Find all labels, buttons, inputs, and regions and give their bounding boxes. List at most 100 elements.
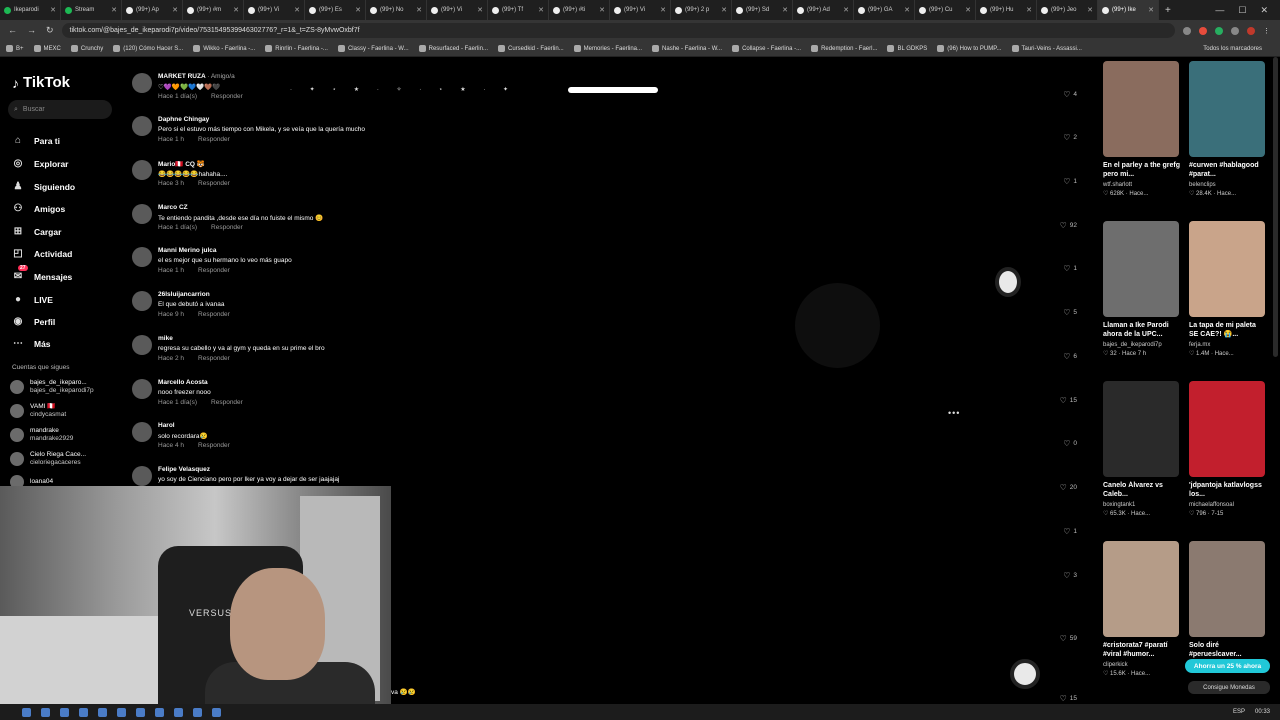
avatar[interactable] — [132, 116, 152, 136]
reply-button[interactable]: Responder — [198, 442, 230, 449]
avatar[interactable] — [132, 160, 152, 180]
video-title[interactable]: Llaman a Ike Parodi ahora de la UPC... — [1103, 321, 1181, 339]
spotify-icon[interactable] — [155, 707, 164, 717]
close-tab-icon[interactable]: ✕ — [1146, 6, 1154, 14]
video-thumbnail[interactable] — [1189, 221, 1265, 317]
close-tab-icon[interactable]: ✕ — [841, 6, 849, 14]
browser-tab[interactable]: (99+) Cu ✕ — [915, 0, 976, 20]
chrome-icon[interactable] — [22, 707, 31, 717]
tiktok-logo[interactable]: ♪ TikTok — [12, 74, 70, 91]
video-card[interactable]: Llaman a Ike Parodi ahora de la UPC... ba… — [1103, 221, 1181, 357]
browser-tab[interactable]: Stream ✕ — [61, 0, 122, 20]
like-button[interactable]: ♡ 3 — [1063, 571, 1077, 580]
avatar[interactable] — [132, 379, 152, 399]
like-button[interactable]: ♡ 59 — [1060, 634, 1077, 643]
followed-account[interactable]: bajes_de_ikeparo... bajes_de_ikeparodi7p — [10, 379, 94, 395]
close-tab-icon[interactable]: ✕ — [1024, 6, 1032, 14]
new-tab-button[interactable]: + — [1159, 5, 1177, 16]
followed-account[interactable]: mandrake mandrake2929 — [10, 427, 73, 443]
close-tab-icon[interactable]: ✕ — [109, 6, 117, 14]
like-button[interactable]: ♡ 0 — [1063, 439, 1077, 448]
avatar[interactable] — [132, 204, 152, 224]
folder-icon[interactable] — [79, 707, 88, 717]
reply-button[interactable]: Responder — [211, 93, 243, 100]
video-card[interactable]: La tapa de mi paleta SE CAE?! 😭... ferja.… — [1189, 221, 1267, 357]
comment-author[interactable]: mike — [158, 335, 173, 342]
video-author[interactable]: ferja.mx — [1189, 342, 1267, 348]
browser-tab[interactable]: (99+) #ti ✕ — [549, 0, 610, 20]
avatar[interactable] — [132, 291, 152, 311]
back-icon[interactable]: ← — [8, 25, 17, 36]
avatar[interactable] — [132, 73, 152, 93]
reply-button[interactable]: Responder — [198, 355, 230, 362]
close-tab-icon[interactable]: ✕ — [963, 6, 971, 14]
comment-author[interactable]: 26lsluijancarrion — [158, 291, 210, 298]
menu-icon[interactable]: ⋮ — [1263, 27, 1270, 35]
close-icon[interactable]: ✕ — [1260, 5, 1268, 16]
close-tab-icon[interactable]: ✕ — [292, 6, 300, 14]
browser-tab[interactable]: (99+) Es ✕ — [305, 0, 366, 20]
followed-account[interactable]: Cielo Riega Cace... cieloriegacaceres — [10, 451, 86, 467]
browser-tab[interactable]: (99+) Vi ✕ — [427, 0, 488, 20]
bookmark-item[interactable]: Rinrlin - Faerlina -... — [265, 45, 328, 52]
nav-item[interactable]: ◉ Perfil — [12, 316, 56, 327]
like-button[interactable]: ♡ 1 — [1063, 177, 1077, 186]
explorer-icon[interactable] — [41, 707, 50, 717]
browser-tab[interactable]: (99+) Ike ✕ — [1098, 0, 1159, 20]
whatsapp-icon[interactable] — [60, 707, 69, 717]
video-title[interactable]: #curwen #hablagood #parat... — [1189, 161, 1267, 179]
comment-author[interactable]: Harol — [158, 422, 175, 429]
nav-item[interactable]: ◰ Actividad — [12, 248, 72, 259]
avatar[interactable] — [132, 422, 152, 442]
nav-item[interactable]: ♟ Siguiendo — [12, 181, 76, 192]
clock[interactable]: 00:33 — [1255, 709, 1270, 715]
close-tab-icon[interactable]: ✕ — [475, 6, 483, 14]
close-tab-icon[interactable]: ✕ — [1085, 6, 1093, 14]
like-button[interactable]: ♡ 92 — [1060, 221, 1077, 230]
bookmark-item[interactable]: Classy - Faerlina - W... — [337, 45, 409, 52]
extension-icon[interactable] — [1199, 26, 1207, 35]
discord-icon[interactable] — [117, 707, 126, 717]
nav-item[interactable]: ⋯ Más — [12, 338, 51, 349]
close-tab-icon[interactable]: ✕ — [597, 6, 605, 14]
followed-account[interactable]: VAMI 🇵🇪 cindycasmat — [10, 403, 66, 419]
browser-tab[interactable]: (99+) #m ✕ — [183, 0, 244, 20]
like-button[interactable]: ♡ 1 — [1063, 264, 1077, 273]
avatar[interactable] — [132, 335, 152, 355]
bookmark-item[interactable]: Redemption - Faerl... — [811, 45, 877, 52]
browser-tab[interactable]: (99+) No ✕ — [366, 0, 427, 20]
like-button[interactable]: ♡ 6 — [1063, 352, 1077, 361]
maximize-icon[interactable]: ☐ — [1238, 5, 1246, 16]
comment-author[interactable]: Marcello Acosta — [158, 379, 208, 386]
comment-author[interactable]: Felipe Velasquez — [158, 466, 210, 473]
bookmark-item[interactable]: Crunchy — [70, 45, 103, 52]
reply-button[interactable]: Responder — [198, 180, 230, 187]
bookmark-item[interactable]: Nashe - Faerlina - W... — [652, 45, 722, 52]
like-button[interactable]: ♡ 2 — [1063, 133, 1077, 142]
bookmark-item[interactable]: Tauri-Veins - Assassi... — [1011, 45, 1082, 52]
video-thumbnail[interactable] — [1189, 61, 1265, 157]
all-bookmarks[interactable]: Todos los marcadores — [1203, 46, 1270, 52]
browser-tab[interactable]: (99+) Tf ✕ — [488, 0, 549, 20]
bookmark-item[interactable]: Resurfaced - Faerlin... — [418, 45, 488, 52]
bookmark-item[interactable]: BL GDKPS — [887, 45, 927, 52]
browser-tab[interactable]: Ikeparodi ✕ — [0, 0, 61, 20]
scrollbar[interactable] — [1273, 57, 1278, 357]
reply-button[interactable]: Responder — [198, 311, 230, 318]
video-thumbnail[interactable] — [1103, 541, 1179, 637]
bookmark-item[interactable]: (96) How to PUMP... — [937, 45, 1002, 52]
video-title[interactable]: #cristorata7 #paratí #viral #humor... — [1103, 641, 1181, 659]
video-title[interactable]: En el parley a the grefg pero mi... — [1103, 161, 1181, 179]
nav-item[interactable]: ◎ Explorar — [12, 158, 69, 169]
bookmark-item[interactable]: Wikko - Faerlina -... — [193, 45, 255, 52]
video-card[interactable]: Solo diré #perueslcaver... — [1189, 541, 1267, 662]
minimize-icon[interactable]: — — [1215, 5, 1224, 16]
video-title[interactable]: Canelo Álvarez vs Caleb... — [1103, 481, 1181, 499]
extension-icon[interactable] — [1215, 26, 1223, 35]
like-button[interactable]: ♡ 15 — [1060, 694, 1077, 703]
url-field[interactable]: tiktok.com/@bajes_de_ikeparodi7p/video/7… — [61, 23, 1175, 38]
video-card[interactable]: Canelo Álvarez vs Caleb... boxingtank1 ♡ 6… — [1103, 381, 1181, 517]
browser-tab[interactable]: (99+) Ap ✕ — [122, 0, 183, 20]
nav-item[interactable]: ⌂ Para ti — [12, 135, 60, 146]
app-icon[interactable] — [98, 707, 107, 717]
